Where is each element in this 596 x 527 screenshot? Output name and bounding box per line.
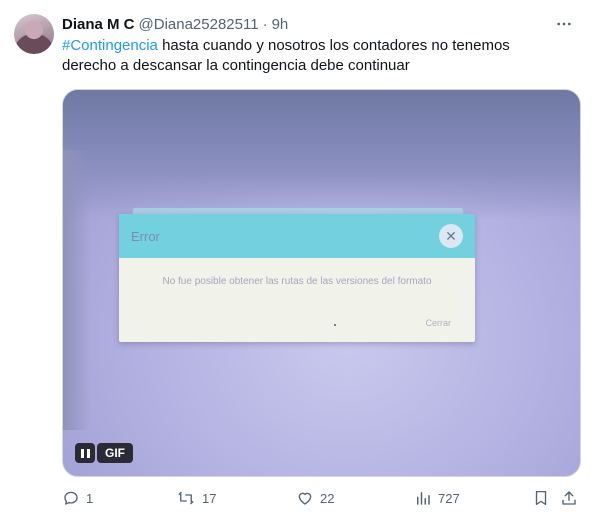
bookmark-icon <box>535 490 547 506</box>
reply-button[interactable]: 1 <box>62 486 93 510</box>
tweet-header: Diana M C @Diana25282511 · 9h <box>62 14 576 34</box>
views-button[interactable]: 727 <box>414 486 460 510</box>
reply-icon <box>64 491 78 505</box>
dialog-close-button: Cerrar <box>425 318 451 328</box>
more-icon[interactable] <box>552 14 576 34</box>
gif-controls: GIF <box>75 443 133 463</box>
timestamp[interactable]: 9h <box>272 16 289 33</box>
repost-icon <box>178 491 194 505</box>
tweet-text: #Contingencia hasta cuando y nosotros lo… <box>62 36 562 76</box>
bookmark-button[interactable] <box>532 486 550 510</box>
avatar[interactable] <box>14 14 54 54</box>
author-name[interactable]: Diana M C <box>62 16 135 33</box>
hashtag-link[interactable]: #Contingencia <box>62 37 158 54</box>
like-button[interactable]: 22 <box>296 486 334 510</box>
dialog-title: Error <box>131 229 160 244</box>
author-handle[interactable]: @Diana25282511 <box>139 16 259 33</box>
views-count: 727 <box>438 490 460 506</box>
pause-icon[interactable] <box>75 443 95 463</box>
dialog-header: Error ✕ <box>119 214 475 258</box>
like-count: 22 <box>320 490 335 506</box>
close-icon: ✕ <box>439 224 463 248</box>
share-button[interactable] <box>560 486 578 510</box>
dialog-message: No fue posible obtener las rutas de las … <box>162 276 432 287</box>
action-bar: 1 17 22 727 <box>62 486 580 510</box>
repost-button[interactable]: 17 <box>176 486 216 510</box>
cursor-dot <box>334 324 336 326</box>
views-icon <box>417 492 430 505</box>
share-icon <box>562 491 576 505</box>
reply-count: 1 <box>86 490 94 506</box>
tweet-media-gif[interactable]: Error ✕ No fue posible obtener las rutas… <box>62 89 581 477</box>
photo-background <box>63 90 580 220</box>
heart-icon <box>298 492 312 505</box>
gif-label: GIF <box>97 443 133 463</box>
repost-count: 17 <box>202 490 217 506</box>
separator: · <box>262 15 268 33</box>
error-dialog: Error ✕ No fue posible obtener las rutas… <box>119 214 475 342</box>
photo-shadow <box>63 150 91 430</box>
